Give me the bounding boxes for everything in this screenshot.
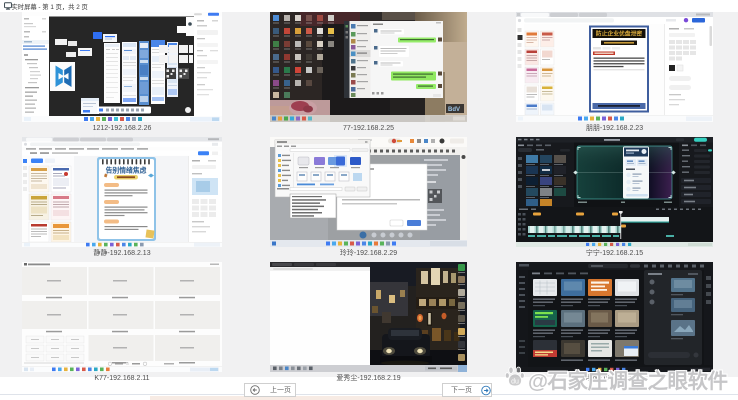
svg-text:BdV: BdV xyxy=(448,107,460,113)
svg-text:du: du xyxy=(511,379,519,386)
svg-text:告别情绪焦虑: 告别情绪焦虑 xyxy=(106,166,147,175)
svg-text:防止企业优盘泄密: 防止企业优盘泄密 xyxy=(596,29,643,37)
